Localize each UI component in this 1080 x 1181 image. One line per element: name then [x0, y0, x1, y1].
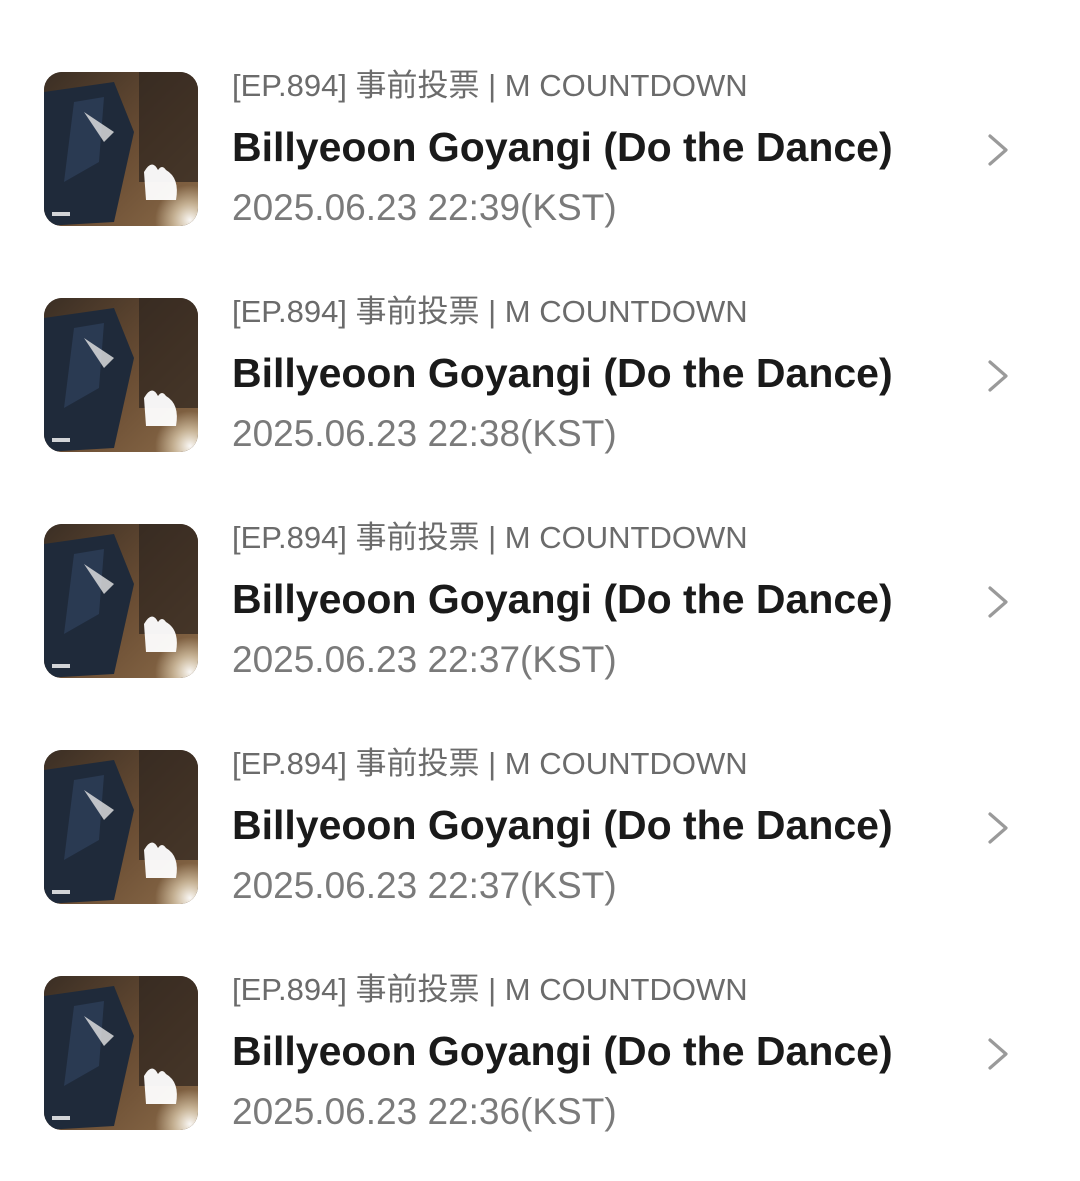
item-date: 2025.06.23 22:36(KST)	[232, 1091, 617, 1132]
item-text: [EP.894] 事前投票 | M COUNTDOWN Billyeoon Go…	[232, 744, 952, 908]
chevron-right-icon[interactable]	[980, 1032, 1016, 1076]
item-date: 2025.06.23 22:37(KST)	[232, 639, 617, 680]
album-cover-thumbnail	[44, 524, 198, 678]
item-text: [EP.894] 事前投票 | M COUNTDOWN Billyeoon Go…	[232, 66, 952, 230]
item-title: Billyeoon Goyangi (Do the Dance)	[232, 802, 893, 848]
item-subtitle: [EP.894] 事前投票 | M COUNTDOWN	[232, 294, 748, 329]
chevron-right-icon[interactable]	[980, 580, 1016, 624]
list-item[interactable]: [EP.894] 事前投票 | M COUNTDOWN Billyeoon Go…	[0, 226, 1080, 454]
album-cover-thumbnail	[44, 72, 198, 226]
item-title: Billyeoon Goyangi (Do the Dance)	[232, 576, 893, 622]
item-text: [EP.894] 事前投票 | M COUNTDOWN Billyeoon Go…	[232, 518, 952, 682]
item-subtitle: [EP.894] 事前投票 | M COUNTDOWN	[232, 68, 748, 103]
chevron-right-icon[interactable]	[980, 806, 1016, 850]
list-item[interactable]: [EP.894] 事前投票 | M COUNTDOWN Billyeoon Go…	[0, 678, 1080, 906]
chevron-right-icon[interactable]	[980, 354, 1016, 398]
list-item[interactable]: [EP.894] 事前投票 | M COUNTDOWN Billyeoon Go…	[0, 452, 1080, 680]
item-text: [EP.894] 事前投票 | M COUNTDOWN Billyeoon Go…	[232, 292, 952, 456]
item-date: 2025.06.23 22:37(KST)	[232, 865, 617, 906]
album-cover-thumbnail	[44, 298, 198, 452]
item-date: 2025.06.23 22:39(KST)	[232, 187, 617, 228]
item-subtitle: [EP.894] 事前投票 | M COUNTDOWN	[232, 746, 748, 781]
album-cover-thumbnail	[44, 976, 198, 1130]
item-subtitle: [EP.894] 事前投票 | M COUNTDOWN	[232, 520, 748, 555]
album-cover-thumbnail	[44, 750, 198, 904]
chevron-right-icon[interactable]	[980, 128, 1016, 172]
item-date: 2025.06.23 22:38(KST)	[232, 413, 617, 454]
item-subtitle: [EP.894] 事前投票 | M COUNTDOWN	[232, 972, 748, 1007]
item-title: Billyeoon Goyangi (Do the Dance)	[232, 1028, 893, 1074]
item-text: [EP.894] 事前投票 | M COUNTDOWN Billyeoon Go…	[232, 970, 952, 1134]
list-item[interactable]: [EP.894] 事前投票 | M COUNTDOWN Billyeoon Go…	[0, 0, 1080, 228]
list-item[interactable]: [EP.894] 事前投票 | M COUNTDOWN Billyeoon Go…	[0, 904, 1080, 1132]
item-title: Billyeoon Goyangi (Do the Dance)	[232, 124, 893, 170]
item-title: Billyeoon Goyangi (Do the Dance)	[232, 350, 893, 396]
